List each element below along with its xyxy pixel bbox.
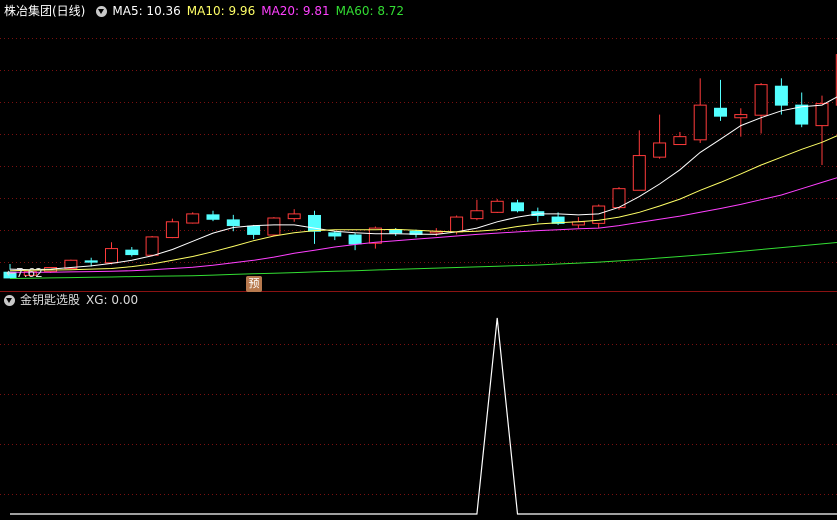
candle[interactable] <box>653 142 667 158</box>
candle[interactable] <box>815 103 829 127</box>
indicator-value: XG: 0.00 <box>86 293 139 307</box>
ma5-label: MA5: 10.36 <box>112 4 181 18</box>
candle[interactable] <box>206 214 220 220</box>
candle[interactable] <box>389 229 403 234</box>
moving-average-lines <box>9 79 837 279</box>
min-price-marker: ←7.62 <box>6 266 43 280</box>
grid-lines <box>0 38 837 495</box>
signal-indicator-line <box>10 317 837 515</box>
candle[interactable] <box>145 236 159 256</box>
candle[interactable] <box>754 84 768 116</box>
candle[interactable] <box>125 249 139 256</box>
candle[interactable] <box>693 104 707 141</box>
chevron-down-icon[interactable] <box>96 5 108 17</box>
candle[interactable] <box>368 227 382 244</box>
candle[interactable] <box>511 202 524 212</box>
candle[interactable] <box>165 221 179 239</box>
candle[interactable] <box>287 213 301 220</box>
candle[interactable] <box>247 225 261 235</box>
indicator-pane-header: 金钥匙选股 XG: 0.00 <box>0 290 144 310</box>
candle[interactable] <box>84 260 98 263</box>
ma-line-ma10 <box>9 81 837 272</box>
candle[interactable] <box>186 213 200 224</box>
ma10-label: MA10: 9.96 <box>186 4 256 18</box>
candle[interactable] <box>470 210 484 220</box>
indicator-title: 金钥匙选股 <box>20 293 81 307</box>
candle[interactable] <box>490 200 504 213</box>
candle[interactable] <box>348 234 362 245</box>
forecast-badge[interactable]: 预 <box>246 276 262 292</box>
candle[interactable] <box>774 85 788 106</box>
chevron-down-icon[interactable] <box>4 294 15 306</box>
candlestick-series[interactable] <box>3 47 837 279</box>
candle[interactable] <box>714 107 727 117</box>
candle[interactable] <box>450 216 464 233</box>
ma20-label: MA20: 9.81 <box>261 4 330 18</box>
candle[interactable] <box>632 155 646 191</box>
candle[interactable] <box>673 136 687 146</box>
stock-title: 株冶集团(日线) <box>4 4 86 18</box>
candle[interactable] <box>267 217 281 236</box>
candle[interactable] <box>105 248 118 264</box>
ma-line-ma5 <box>9 79 837 271</box>
candle[interactable] <box>328 232 342 237</box>
candle[interactable] <box>734 114 748 119</box>
xg-signal-line <box>10 317 837 515</box>
candle[interactable] <box>226 219 240 227</box>
stock-chart[interactable] <box>0 0 837 520</box>
ma60-label: MA60: 8.72 <box>335 4 405 18</box>
main-pane-header: 株冶集团(日线) MA5: 10.36 MA10: 9.96 MA20: 9.8… <box>0 1 410 21</box>
